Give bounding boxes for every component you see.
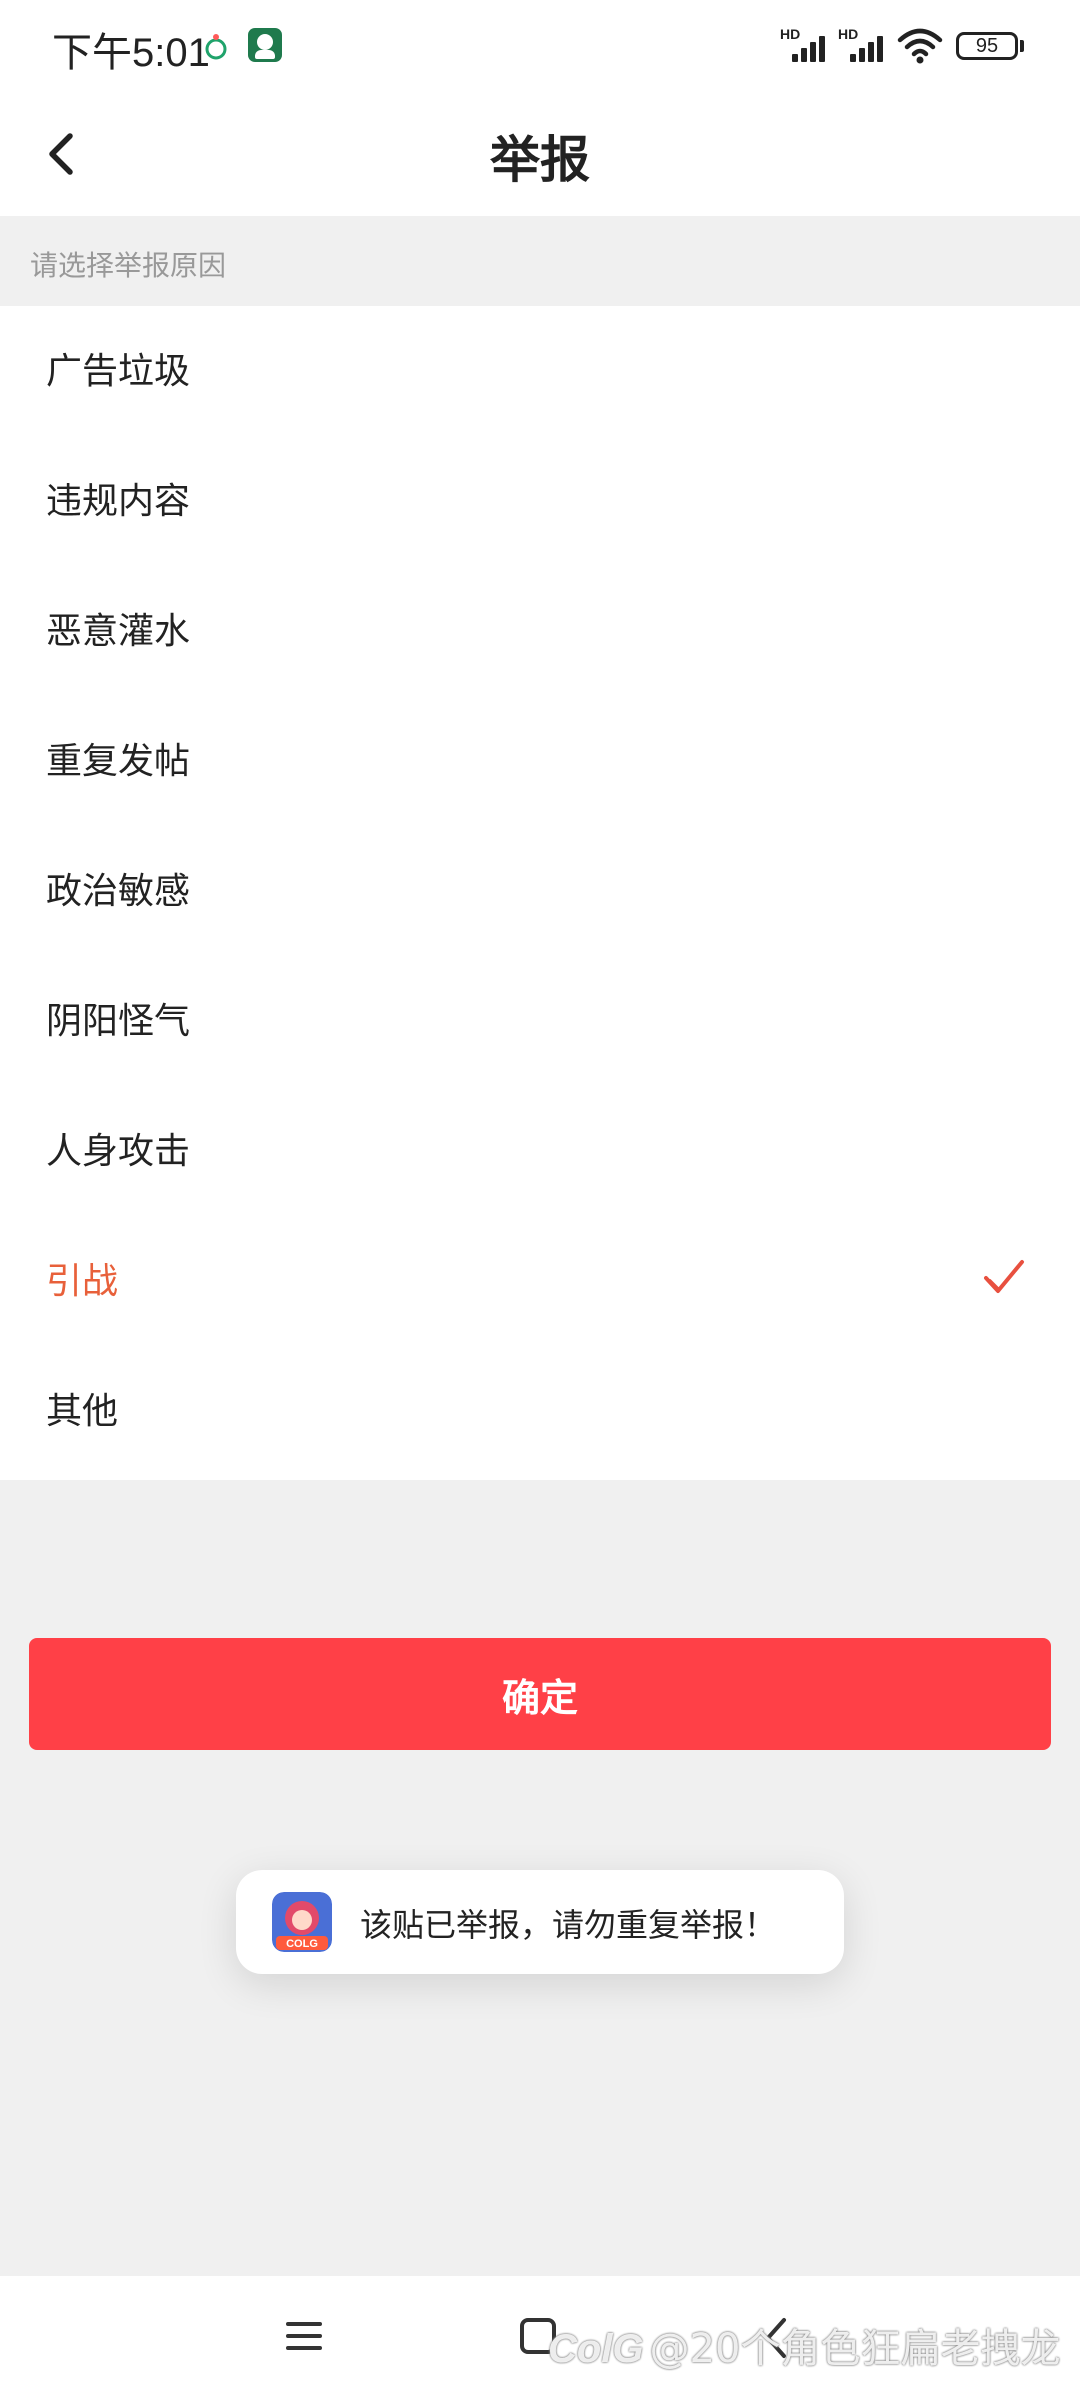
- reason-item[interactable]: 人身攻击: [0, 1086, 1080, 1216]
- signal-icon: HD: [838, 26, 886, 64]
- watermark-text: @20个角色狂扁老拽龙: [649, 2326, 1061, 2372]
- reason-item[interactable]: 政治敏感: [0, 826, 1080, 956]
- section-hint-text: 请选择举报原因: [30, 249, 227, 282]
- reason-label: 政治敏感: [46, 871, 191, 912]
- checkmark-icon: [984, 1260, 1024, 1293]
- reason-label: 人身攻击: [46, 1131, 191, 1172]
- reason-item[interactable]: 重复发帖: [0, 696, 1080, 826]
- section-hint: 请选择举报原因: [0, 216, 1080, 306]
- reason-item[interactable]: 阴阳怪气: [0, 956, 1080, 1086]
- report-screen: 下午5:01 HD HD 95 举报 请选择举报原因 广告垃圾 违规内容 恶意灌…: [0, 0, 1080, 2401]
- reason-item[interactable]: 恶意灌水: [0, 566, 1080, 696]
- reason-label: 重复发帖: [46, 741, 191, 782]
- page-title: 举报: [490, 131, 590, 189]
- watermark: ColG @20个角色狂扁老拽龙: [548, 2316, 1060, 2374]
- signal-hd-label: HD: [780, 26, 801, 42]
- reason-item[interactable]: 违规内容: [0, 436, 1080, 566]
- menu-icon[interactable]: [284, 2316, 324, 2356]
- reason-label: 广告垃圾: [46, 351, 191, 392]
- reason-label: 恶意灌水: [46, 611, 191, 652]
- reason-list: 广告垃圾 违规内容 恶意灌水 重复发帖 政治敏感 阴阳怪气 人身攻击 引战 其他: [0, 306, 1080, 1480]
- watermark-logo: ColG: [548, 2327, 644, 2371]
- header: 举报: [0, 92, 1080, 216]
- reason-label: 引战: [46, 1261, 119, 1302]
- app-logo-text: COLG: [286, 1938, 318, 1950]
- reason-item[interactable]: 广告垃圾: [0, 306, 1080, 436]
- wifi-icon: [897, 28, 943, 64]
- reason-label: 阴阳怪气: [46, 1001, 191, 1042]
- battery-icon: 95: [956, 32, 1018, 60]
- confirm-button[interactable]: 确定: [29, 1638, 1051, 1750]
- toast: COLG 该贴已举报，请勿重复举报！: [236, 1870, 844, 1974]
- signal-hd-label: HD: [838, 26, 859, 42]
- reason-item[interactable]: 其他: [0, 1346, 1080, 1476]
- battery-tip: [1020, 40, 1024, 52]
- reason-label: 违规内容: [46, 481, 191, 522]
- status-bar: 下午5:01 HD HD 95: [0, 0, 1080, 92]
- colg-app-icon: COLG: [272, 1892, 332, 1952]
- signal-icon: HD: [780, 26, 828, 64]
- toast-message: 该贴已举报，请勿重复举报！: [360, 1906, 777, 1944]
- health-app-icon: [205, 34, 227, 60]
- reason-label: 其他: [46, 1391, 119, 1432]
- reason-item-selected[interactable]: 引战: [0, 1216, 1080, 1346]
- status-time: 下午5:01: [52, 31, 210, 75]
- notification-app-icon: [248, 28, 282, 62]
